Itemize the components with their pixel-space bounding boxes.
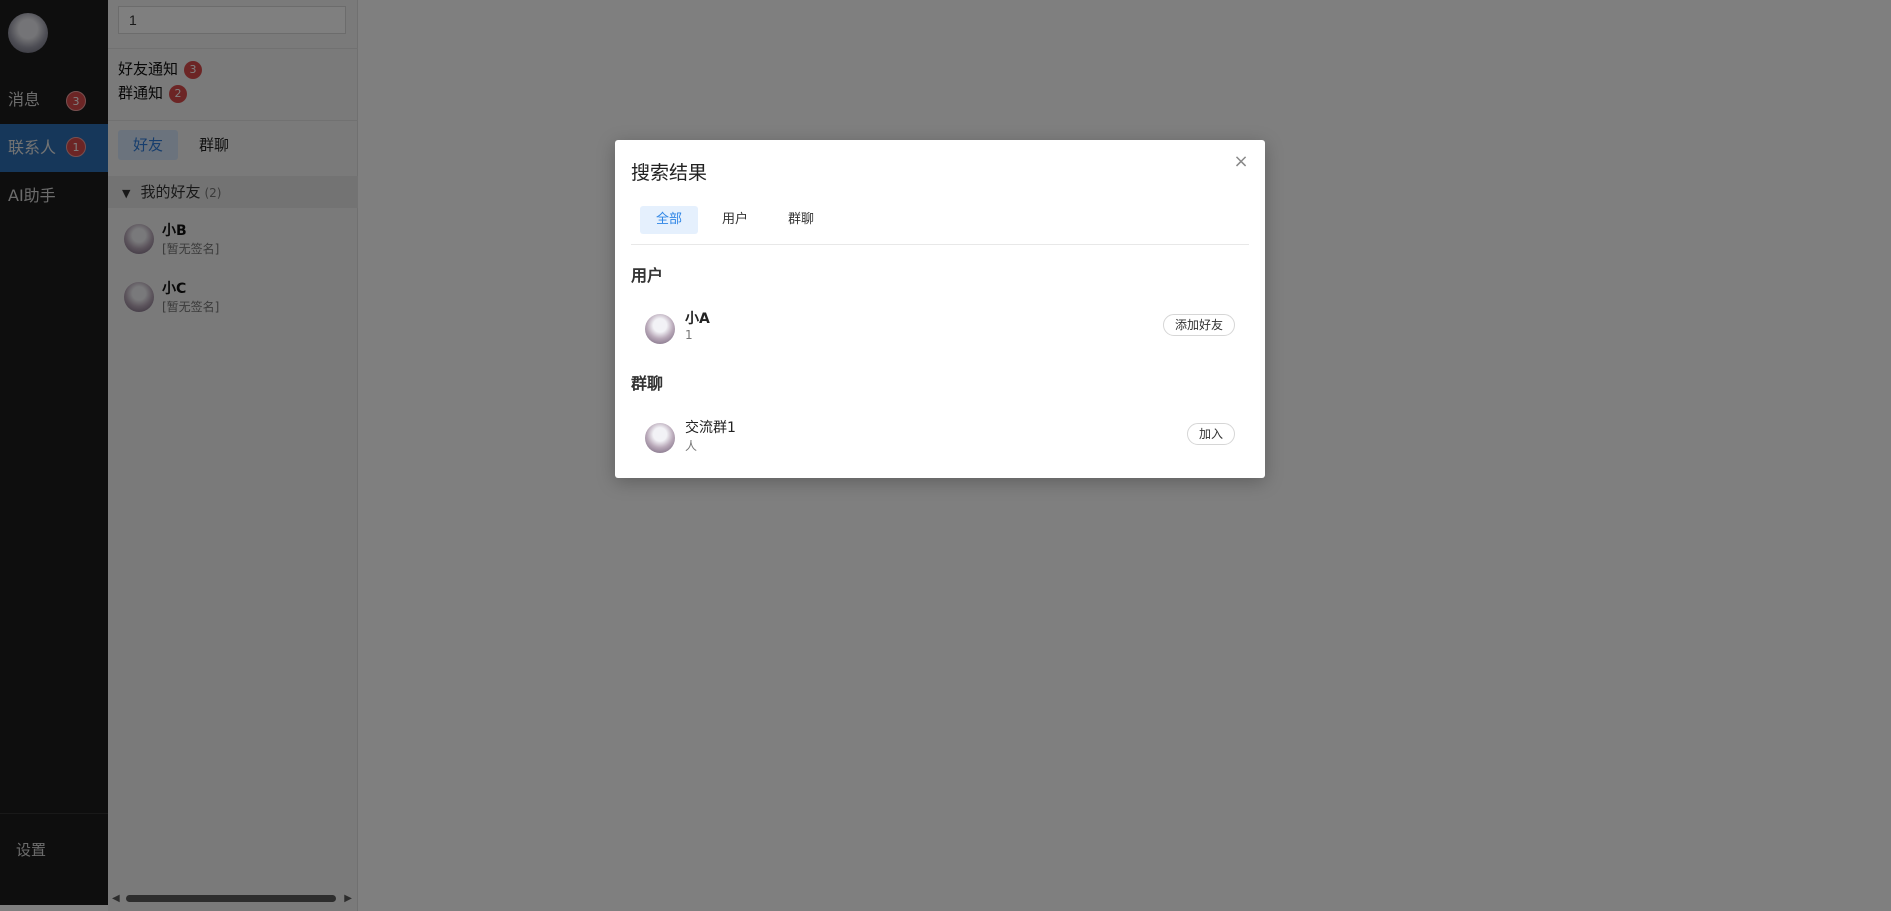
- user-result-item: 小A 1 添加好友: [645, 308, 1235, 352]
- search-results-dialog: 搜索结果 × 全部 用户 群聊 用户 小A 1 添加好友 群聊 交流群1 人 加入: [615, 140, 1265, 478]
- app-window: 消息 3 联系人 1 AI助手 设置 1 好友通知3 群通知2 好友群聊 ▼我的…: [0, 0, 1891, 911]
- groups-section-title: 群聊: [631, 374, 664, 393]
- group-result-item: 交流群1 人 加入: [645, 417, 1235, 461]
- result-tabs: 全部 用户 群聊: [640, 206, 838, 234]
- user-id: 1: [685, 328, 693, 342]
- group-name: 交流群1: [685, 420, 736, 436]
- join-group-button[interactable]: 加入: [1186, 423, 1235, 445]
- users-section-title: 用户: [631, 266, 664, 285]
- close-icon[interactable]: ×: [1233, 153, 1249, 171]
- avatar: [645, 423, 675, 453]
- divider: [631, 244, 1249, 245]
- user-name: 小A: [685, 311, 710, 327]
- avatar: [645, 314, 675, 344]
- tab-users[interactable]: 用户: [706, 206, 764, 234]
- dialog-title: 搜索结果: [631, 162, 708, 184]
- add-friend-button[interactable]: 添加好友: [1162, 314, 1235, 336]
- tab-all[interactable]: 全部: [640, 206, 699, 234]
- tab-groups[interactable]: 群聊: [772, 206, 830, 234]
- group-member-info: 人: [685, 439, 698, 453]
